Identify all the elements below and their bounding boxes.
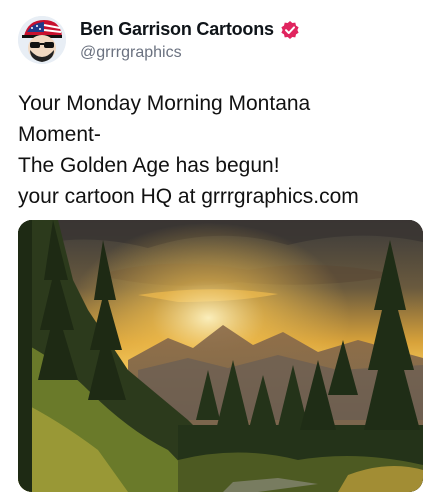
- post-text: Your Monday Morning Montana Moment- The …: [18, 88, 428, 212]
- author-names: Ben Garrison Cartoons @grrrgraphics: [80, 19, 300, 62]
- post-text-line: Your Monday Morning Montana: [18, 92, 311, 115]
- post-text-line: The Golden Age has begun!: [18, 154, 280, 177]
- sunset-forest-photo-icon: [18, 220, 423, 492]
- post-text-line[interactable]: your cartoon HQ at grrrgraphics.com: [18, 181, 428, 212]
- post-text-line: Moment-: [18, 123, 101, 146]
- display-name[interactable]: Ben Garrison Cartoons: [80, 19, 274, 40]
- avatar-cartoon-icon: [18, 16, 66, 64]
- post-image[interactable]: [18, 220, 423, 492]
- post-header: Ben Garrison Cartoons @grrrgraphics: [18, 16, 300, 64]
- verified-badge-icon: [280, 20, 300, 40]
- author-handle[interactable]: @grrrgraphics: [80, 44, 300, 62]
- display-name-row: Ben Garrison Cartoons: [80, 19, 300, 41]
- post-card: Ben Garrison Cartoons @grrrgraphics Your…: [0, 0, 442, 500]
- avatar[interactable]: [18, 16, 66, 64]
